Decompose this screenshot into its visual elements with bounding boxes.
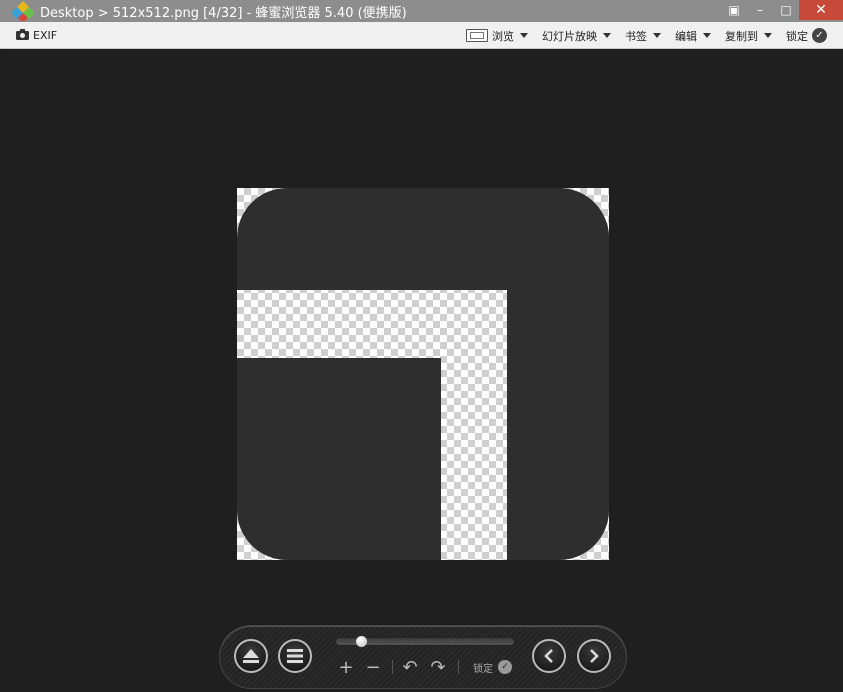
maximize-button[interactable]: □ bbox=[773, 0, 799, 20]
check-icon: ✓ bbox=[498, 660, 512, 674]
edit-label: 编辑 bbox=[675, 29, 697, 43]
camera-icon bbox=[16, 28, 29, 43]
filmstrip-icon bbox=[466, 29, 488, 42]
toolbar-menu: 浏览 幻灯片放映 书签 编辑 复制到 锁定 ✓ bbox=[452, 22, 827, 49]
zoom-slider[interactable] bbox=[335, 636, 515, 647]
chevron-down-icon bbox=[764, 33, 772, 38]
divider bbox=[392, 660, 393, 674]
window-title: Desktop > 512x512.png [4/32] - 蜂蜜浏览器 5.4… bbox=[40, 5, 407, 21]
rotate-left-icon[interactable]: ↶ bbox=[400, 656, 420, 678]
zoom-slider-knob[interactable] bbox=[356, 636, 367, 647]
bookmark-label: 书签 bbox=[625, 29, 647, 43]
pin-icon[interactable]: ▣ bbox=[721, 0, 747, 20]
window-controls: ▣ – □ ✕ bbox=[721, 0, 843, 22]
chevron-left-icon bbox=[544, 649, 553, 663]
edit-menu[interactable]: 编辑 bbox=[675, 28, 711, 44]
next-button[interactable] bbox=[577, 639, 611, 673]
minimize-button[interactable]: – bbox=[747, 0, 773, 20]
browse-label: 浏览 bbox=[492, 29, 514, 43]
control-bar: + − ↶ ↷ 锁定 ✓ bbox=[219, 625, 627, 689]
exif-button[interactable]: EXIF bbox=[16, 22, 57, 49]
slideshow-menu[interactable]: 幻灯片放映 bbox=[542, 28, 611, 44]
divider bbox=[458, 660, 459, 674]
bookmark-menu[interactable]: 书签 bbox=[625, 28, 661, 44]
title-bar[interactable]: Desktop > 512x512.png [4/32] - 蜂蜜浏览器 5.4… bbox=[0, 0, 843, 22]
lock-label: 锁定 bbox=[473, 663, 493, 675]
toolbar: EXIF 浏览 幻灯片放映 书签 编辑 复制到 锁定 ✓ bbox=[0, 22, 843, 49]
eject-icon bbox=[243, 649, 259, 663]
menu-button[interactable] bbox=[278, 639, 312, 673]
image-viewer[interactable]: + − ↶ ↷ 锁定 ✓ bbox=[0, 50, 843, 692]
exif-label: EXIF bbox=[33, 29, 58, 42]
lock-label: 锁定 bbox=[786, 29, 808, 43]
honeyview-logo-icon bbox=[12, 1, 34, 21]
displayed-image bbox=[237, 188, 609, 560]
copy-to-label: 复制到 bbox=[725, 29, 758, 43]
close-button[interactable]: ✕ bbox=[799, 0, 843, 20]
chevron-right-icon bbox=[590, 649, 599, 663]
rotate-right-icon[interactable]: ↷ bbox=[428, 656, 448, 678]
zoom-out-icon[interactable]: − bbox=[363, 656, 383, 678]
zoom-in-icon[interactable]: + bbox=[336, 656, 356, 678]
browse-menu[interactable]: 浏览 bbox=[466, 28, 528, 44]
copy-to-menu[interactable]: 复制到 bbox=[725, 28, 772, 44]
chevron-down-icon bbox=[653, 33, 661, 38]
chevron-down-icon bbox=[603, 33, 611, 38]
image-shape-right bbox=[507, 188, 609, 560]
eject-button[interactable] bbox=[234, 639, 268, 673]
hamburger-icon bbox=[287, 649, 303, 663]
chevron-down-icon bbox=[520, 33, 528, 38]
lock-toggle[interactable]: 锁定 ✓ bbox=[786, 28, 827, 44]
slideshow-label: 幻灯片放映 bbox=[542, 29, 597, 43]
lock-toggle-bottom[interactable]: 锁定 ✓ bbox=[473, 658, 512, 676]
previous-button[interactable] bbox=[532, 639, 566, 673]
image-shape-bottom-left bbox=[237, 358, 441, 560]
check-icon: ✓ bbox=[812, 28, 827, 43]
chevron-down-icon bbox=[703, 33, 711, 38]
